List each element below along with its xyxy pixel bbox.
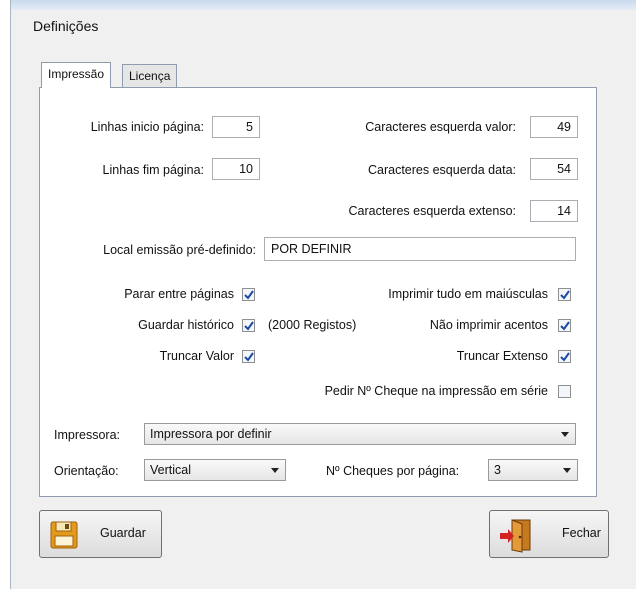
maiusculas-checkbox[interactable]	[558, 288, 571, 301]
check-icon	[244, 290, 254, 300]
car-esq-data-input[interactable]: 54	[530, 158, 578, 180]
dialog-window: Definições Impressão Licença Linhas inic…	[10, 0, 636, 589]
check-icon	[244, 352, 254, 362]
cheques-pagina-label: Nº Cheques por página:	[326, 464, 460, 478]
sem-acentos-checkbox[interactable]	[558, 319, 571, 332]
guardar-historico-label: Guardar histórico	[138, 318, 234, 332]
car-esq-extenso-label: Caracteres esquerda extenso:	[348, 204, 516, 218]
settings-panel: Linhas inicio página: 5 Linhas fim págin…	[39, 87, 597, 497]
guardar-button[interactable]: Guardar	[39, 510, 162, 558]
window-top-border	[11, 0, 636, 10]
window-title: Definições	[33, 18, 99, 34]
orientacao-label: Orientação:	[54, 464, 119, 478]
cheques-pagina-select[interactable]: 3	[488, 459, 578, 481]
orientacao-value: Vertical	[150, 463, 191, 477]
chevron-down-icon	[271, 468, 279, 473]
impressora-label: Impressora:	[54, 428, 120, 442]
check-icon	[560, 352, 570, 362]
sem-acentos-label: Não imprimir acentos	[429, 318, 548, 332]
exit-door-icon	[500, 519, 531, 553]
chevron-down-icon	[563, 468, 571, 473]
check-icon	[244, 321, 254, 331]
chevron-down-icon	[561, 432, 569, 437]
parar-paginas-checkbox[interactable]	[242, 288, 255, 301]
tab-impressao-label: Impressão	[48, 67, 105, 81]
cheques-pagina-value: 3	[494, 463, 501, 477]
car-esq-data-label: Caracteres esquerda data:	[367, 163, 516, 177]
impressora-select[interactable]: Impressora por definir	[144, 423, 576, 445]
maiusculas-label: Imprimir tudo em maiúsculas	[388, 287, 548, 301]
tab-impressao[interactable]: Impressão	[41, 62, 112, 88]
local-emissao-input[interactable]: POR DEFINIR	[264, 237, 576, 261]
check-icon	[560, 290, 570, 300]
guardar-historico-checkbox[interactable]	[242, 319, 255, 332]
car-esq-valor-label: Caracteres esquerda valor:	[365, 120, 516, 134]
car-esq-valor-input[interactable]: 49	[530, 116, 578, 138]
linhas-inicio-label: Linhas inicio página:	[90, 120, 204, 134]
tab-licenca-label: Licença	[129, 69, 171, 83]
check-icon	[560, 321, 570, 331]
truncar-extenso-checkbox[interactable]	[558, 350, 571, 363]
car-esq-extenso-input[interactable]: 14	[530, 200, 578, 222]
truncar-valor-checkbox[interactable]	[242, 350, 255, 363]
floppy-disk-icon	[50, 521, 78, 549]
guardar-label: Guardar	[100, 526, 146, 540]
orientacao-select[interactable]: Vertical	[144, 459, 286, 481]
pedir-cheque-label: Pedir Nº Cheque na impressão em série	[324, 384, 548, 398]
impressora-value: Impressora por definir	[150, 427, 272, 441]
linhas-inicio-input[interactable]: 5	[212, 116, 260, 138]
linhas-fim-label: Linhas fim página:	[102, 163, 204, 177]
truncar-valor-label: Truncar Valor	[159, 349, 234, 363]
linhas-fim-input[interactable]: 10	[212, 158, 260, 180]
historico-note: (2000 Registos)	[268, 318, 357, 332]
fechar-button[interactable]: Fechar	[489, 510, 609, 558]
tab-licenca[interactable]: Licença	[122, 64, 178, 87]
local-emissao-label: Local emissão pré-definido:	[103, 243, 256, 257]
parar-paginas-label: Parar entre páginas	[124, 287, 234, 301]
fechar-label: Fechar	[562, 526, 601, 540]
truncar-extenso-label: Truncar Extenso	[456, 349, 548, 363]
pedir-cheque-checkbox[interactable]	[558, 385, 571, 398]
